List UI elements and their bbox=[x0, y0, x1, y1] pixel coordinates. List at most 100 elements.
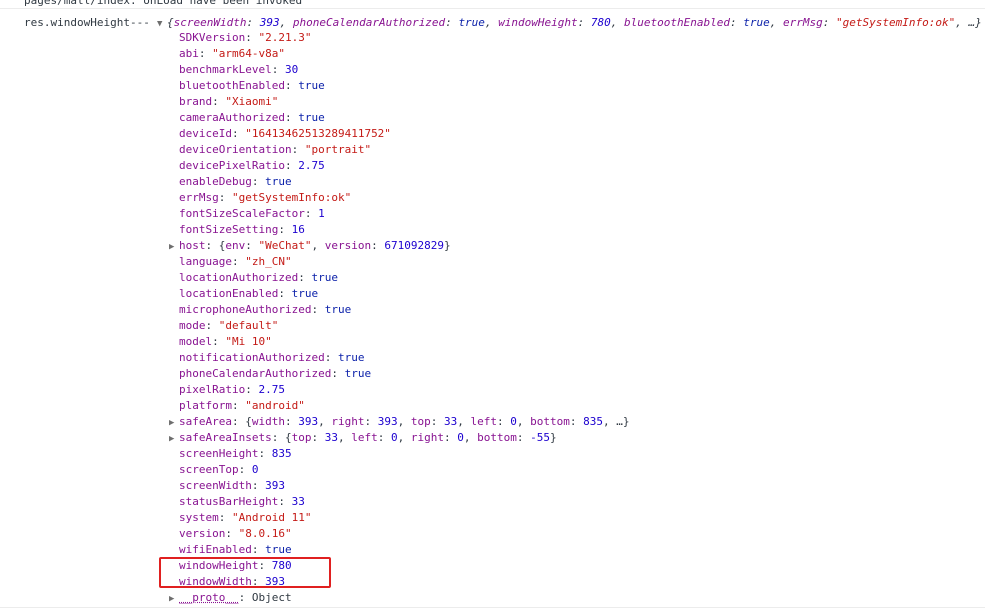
property-row-mode: mode: "default" bbox=[169, 318, 629, 334]
property-key: SDKVersion bbox=[179, 31, 246, 44]
property-key: version bbox=[179, 527, 226, 540]
preview-colon: : bbox=[445, 16, 459, 29]
property-value: true bbox=[324, 303, 352, 316]
collapsed-triangle-icon[interactable]: ▶ bbox=[169, 431, 179, 447]
property-key: statusBarHeight bbox=[179, 495, 279, 508]
property-row-benchmarklevel: benchmarkLevel: 30 bbox=[169, 62, 629, 78]
property-value: 0 bbox=[251, 463, 259, 476]
property-row-safearea[interactable]: ▶ safeArea: {width: 393, right: 393, top:… bbox=[169, 414, 629, 430]
property-key: bluetoothEnabled bbox=[179, 79, 285, 92]
property-key: locationAuthorized bbox=[179, 271, 299, 284]
property-value-part: 393 bbox=[377, 415, 398, 428]
property-row-brand: brand: "Xiaomi" bbox=[169, 94, 629, 110]
property-colon: : bbox=[212, 335, 226, 348]
preview-key: phoneCalendarAuthorized bbox=[292, 16, 446, 29]
property-value: "android" bbox=[245, 399, 305, 412]
property-key: errMsg bbox=[179, 191, 219, 204]
property-value-part: : bbox=[364, 415, 378, 428]
property-key: safeArea bbox=[179, 415, 232, 428]
collapsed-triangle-icon[interactable]: ▶ bbox=[169, 591, 179, 607]
property-colon: : bbox=[218, 511, 232, 524]
previous-log-line: pages/mall/index: onLoad have been invok… bbox=[24, 0, 303, 7]
property-value-part: left bbox=[351, 431, 378, 444]
property-row-safeareainsets[interactable]: ▶ safeAreaInsets: {top: 33, left: 0, righ… bbox=[169, 430, 629, 446]
property-key: safeAreaInsets bbox=[179, 431, 272, 444]
property-colon: : bbox=[284, 111, 299, 124]
property-value-part: "WeChat" bbox=[258, 239, 312, 252]
property-row-screenheight: screenHeight: 835 bbox=[169, 446, 629, 462]
property-value-part: , bbox=[397, 431, 411, 444]
property-value: true bbox=[265, 175, 292, 188]
property-row-deviceid: deviceId: "16413462513289411752" bbox=[169, 126, 629, 142]
property-key: devicePixelRatio bbox=[179, 159, 285, 172]
property-value-part: , bbox=[318, 415, 332, 428]
property-row-proto[interactable]: ▶ __proto__: Object bbox=[169, 590, 629, 606]
preview-separator: , bbox=[484, 16, 499, 29]
property-colon: : bbox=[304, 207, 319, 220]
property-row-screentop: screenTop: 0 bbox=[169, 462, 629, 478]
property-value-part: : bbox=[569, 415, 584, 428]
property-value-part: 33 bbox=[324, 431, 338, 444]
preview-value: 393 bbox=[259, 16, 280, 29]
property-value-part: 33 bbox=[443, 415, 458, 428]
preview-colon: : bbox=[730, 16, 744, 29]
property-colon: : bbox=[278, 223, 292, 236]
property-value-part: , bbox=[463, 431, 478, 444]
property-value-part: { bbox=[284, 431, 292, 444]
property-value: 1 bbox=[318, 207, 325, 220]
property-value-part: : bbox=[311, 431, 325, 444]
property-row-host[interactable]: ▶ host: {env: "WeChat", version: 67109282… bbox=[169, 238, 629, 254]
property-row-screenwidth: screenWidth: 393 bbox=[169, 478, 629, 494]
property-colon: : bbox=[278, 495, 292, 508]
property-value-part: -55 bbox=[530, 431, 550, 444]
expanded-triangle-icon[interactable]: ▼ bbox=[157, 17, 167, 31]
property-list: SDKVersion: "2.21.3" abi: "arm64-v8a" benc… bbox=[169, 30, 629, 606]
property-key: __proto__ bbox=[179, 591, 239, 604]
property-value-part: width bbox=[251, 415, 285, 428]
property-value-part: 0 bbox=[390, 431, 398, 444]
property-value-part: top bbox=[291, 431, 312, 444]
property-value: 33 bbox=[291, 495, 305, 508]
property-row-sdkversion: SDKVersion: "2.21.3" bbox=[169, 30, 629, 46]
property-row-locationauthorized: locationAuthorized: true bbox=[169, 270, 629, 286]
property-key: platform bbox=[179, 399, 232, 412]
property-value: 2.75 bbox=[258, 383, 285, 396]
property-colon: : bbox=[218, 191, 232, 204]
property-row-microphoneauthorized: microphoneAuthorized: true bbox=[169, 302, 629, 318]
property-value: true bbox=[291, 287, 319, 300]
property-colon: : bbox=[198, 47, 213, 60]
property-key: microphoneAuthorized bbox=[179, 303, 312, 316]
property-row-enabledebug: enableDebug: true bbox=[169, 174, 629, 190]
preview-colon: : bbox=[822, 16, 837, 29]
object-summary[interactable]: ▼ {screenWidth: 393, phoneCalendarAuthori… bbox=[157, 16, 982, 31]
property-value-part: } bbox=[549, 431, 557, 444]
property-value: "default" bbox=[218, 319, 279, 332]
log-label: res.windowHeight--- bbox=[24, 16, 150, 29]
property-value-part: 671092829 bbox=[384, 239, 444, 252]
preview-key: errMsg bbox=[783, 16, 823, 29]
property-key: language bbox=[179, 255, 232, 268]
preview-separator: , bbox=[769, 16, 784, 29]
collapsed-triangle-icon[interactable]: ▶ bbox=[169, 415, 179, 431]
property-row-phonecalendarauthorized: phoneCalendarAuthorized: true bbox=[169, 366, 629, 382]
property-value: "2.21.3" bbox=[258, 31, 312, 44]
property-value: 16 bbox=[291, 223, 305, 236]
property-value-part: env bbox=[225, 239, 246, 252]
preview-value: "getSystemInfo:ok" bbox=[836, 16, 956, 29]
property-key: fontSizeSetting bbox=[179, 223, 279, 236]
preview-value: true bbox=[743, 16, 770, 29]
property-row-wifienabled: wifiEnabled: true bbox=[169, 542, 629, 558]
property-key: locationEnabled bbox=[179, 287, 279, 300]
property-value-part: 393 bbox=[298, 415, 319, 428]
property-value: "Xiaomi" bbox=[225, 95, 279, 108]
property-colon: : bbox=[284, 159, 299, 172]
property-value-part: , bbox=[311, 239, 325, 252]
property-value: 835 bbox=[271, 447, 292, 460]
property-value: "16413462513289411752" bbox=[245, 127, 391, 140]
collapsed-triangle-icon[interactable]: ▶ bbox=[169, 239, 179, 255]
property-colon: : bbox=[258, 447, 272, 460]
preview-value: true bbox=[458, 16, 485, 29]
property-key: notificationAuthorized bbox=[179, 351, 325, 364]
property-value: "getSystemInfo:ok" bbox=[232, 191, 352, 204]
property-colon: : bbox=[271, 63, 285, 76]
